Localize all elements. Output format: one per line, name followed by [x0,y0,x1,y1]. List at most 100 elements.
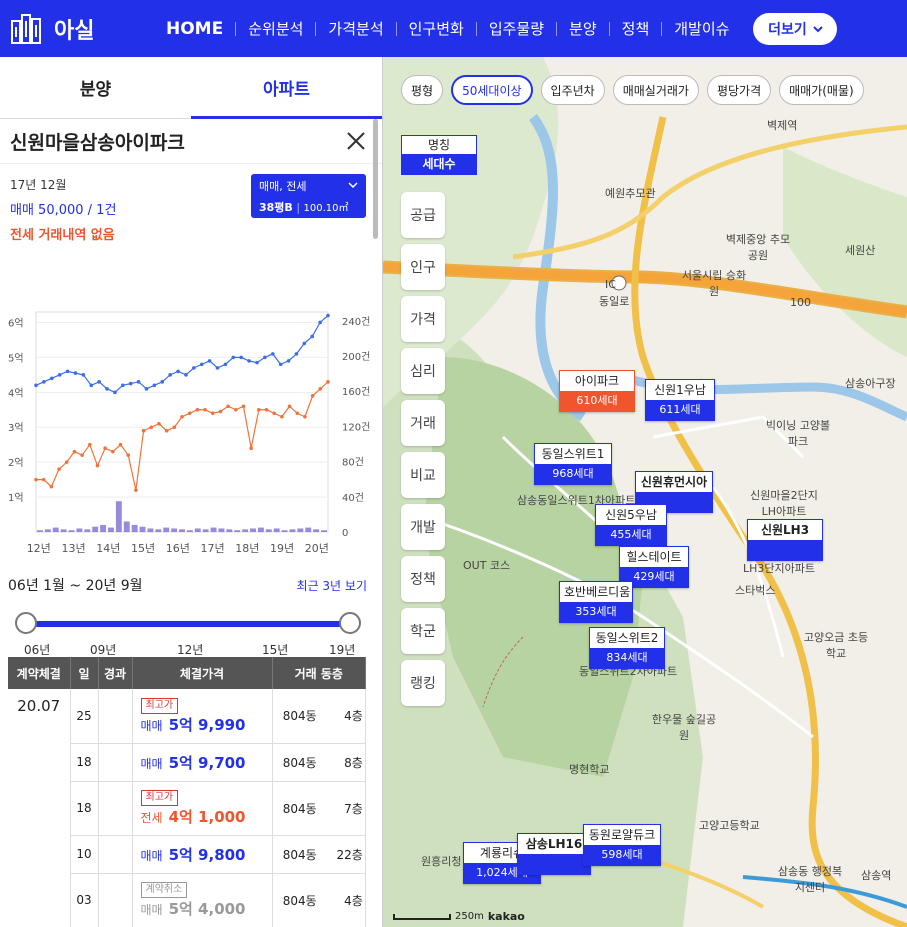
y-right-tick: 200건 [342,351,370,363]
apartment-marker[interactable]: 신원5우남 455세대 [595,504,667,546]
side-menu-trade[interactable]: 거래 [401,400,445,446]
apartment-marker[interactable]: 동원로얄듀크 598세대 [583,824,661,866]
series-point [41,477,46,482]
more-button[interactable]: 더보기 [753,12,838,45]
row-dong-floor: 804동 8층 [272,743,366,782]
period-slider-start-knob[interactable] [15,612,37,634]
slider-tick: 09년 [90,643,117,657]
volume-bar [186,530,193,532]
series-point [172,425,177,430]
chevron-down-icon [348,182,358,189]
apartment-marker[interactable]: 동일스위트1 968세대 [534,443,612,485]
y-right-tick: 120건 [342,421,370,433]
nav-population[interactable]: 인구변화 [397,18,476,39]
volume-bar [100,524,107,532]
col-dong-floor: 거래 동층 [272,657,366,689]
scale-label: 250m [455,911,484,922]
filter-size[interactable]: 평형 [401,75,444,105]
side-menu-development[interactable]: 개발 [401,504,445,550]
x-tick: 18년 [235,542,259,555]
volume-bar [194,528,201,532]
filter-chips: 평형 50세대이상 입주년차 매매실거래가 평당가격 매매가(매물) [401,75,864,105]
series-point [160,380,165,384]
series-point [118,442,123,447]
y-right-tick: 0 [342,528,348,539]
close-icon[interactable] [346,131,366,151]
side-menu-supply[interactable]: 공급 [401,192,445,238]
row-price: 5억 9,990 [168,715,246,734]
filter-listing-price[interactable]: 매매가(매물) [779,75,864,105]
tab-presale[interactable]: 분양 [0,57,191,118]
nav-policy[interactable]: 정책 [610,18,662,39]
info-lease: 전세 거래내역 없음 [10,228,115,243]
series-point [302,341,307,346]
nav-home[interactable]: HOME [160,19,235,39]
series-point [203,407,207,412]
marker-legend: 명칭 세대수 [401,135,477,175]
side-menu-population[interactable]: 인구 [401,244,445,290]
nav-presale[interactable]: 분양 [557,18,609,39]
filter-real-price[interactable]: 매매실거래가 [612,75,699,105]
y-left-tick: 2억 [8,457,24,469]
apartment-marker[interactable]: 동일스위트2 834세대 [589,627,665,669]
nav-supply[interactable]: 입주물량 [477,18,556,39]
row-dong: 804동 [282,801,317,816]
series-point [111,449,115,454]
recent-3y-link[interactable]: 최근 3년 보기 [297,577,367,594]
y-right-tick: 80건 [342,457,364,469]
series-point [57,373,62,377]
apartment-marker[interactable]: 호반베르디움 353세대 [559,581,633,623]
series-point [233,407,238,412]
filter-per-pyeong[interactable]: 평당가격 [706,75,772,105]
side-menu-sentiment[interactable]: 심리 [401,348,445,394]
side-menu-school[interactable]: 학군 [401,608,445,654]
filter-years[interactable]: 입주년차 [540,75,605,105]
tab-apartment[interactable]: 아파트 [191,57,382,119]
logo[interactable]: 아실 [10,13,160,45]
series-point [272,411,277,416]
transaction-rows: 20.07 25 최고가 매매 5억 9,990 804동 4층 18 매매 5억 9,700 80… [8,689,366,927]
map-brand: kakao [487,910,525,923]
apartment-title: 신원마을삼송아이파크 [10,131,185,154]
y-left-tick: 3억 [8,422,24,434]
series-point [34,477,38,482]
row-elapsed [98,743,133,782]
nav-price-analysis[interactable]: 가격분석 [316,18,395,39]
row-dong-floor: 804동 4층 [272,873,366,927]
series-point [128,381,133,386]
map-view[interactable]: 평형 50세대이상 입주년차 매매실거래가 평당가격 매매가(매물) 명칭 세대… [383,57,907,927]
period-range: 06년 1월 ~ 20년 9월 최근 3년 보기 06년 09년 12년 15년… [0,569,382,664]
period-slider-end-knob[interactable] [339,612,361,634]
nav-development[interactable]: 개발이슈 [662,18,741,39]
nav-rank-analysis[interactable]: 순위분석 [236,18,315,39]
volume-bar [234,530,241,532]
type-selector-pyeong: 38평B [259,201,293,214]
row-trade-type: 매매 [140,756,163,771]
apartment-marker[interactable]: 삼송LH16 [517,833,591,875]
side-menu-compare[interactable]: 비교 [401,452,445,498]
col-elapsed: 경과 [98,657,133,689]
marker-households [748,540,822,560]
volume-bar [242,529,249,532]
period-slider-track[interactable] [26,621,350,627]
x-tick: 16년 [166,542,190,555]
main-nav: HOME 순위분석 가격분석 인구변화 입주물량 분양 정책 개발이슈 [160,18,741,39]
map-label: 삼송역 [861,869,892,882]
type-selector[interactable]: 매매, 전세 38평B | 100.10㎡ [251,174,366,218]
apartment-marker[interactable]: 아이파크 610세대 [559,370,635,412]
volume-bar [60,529,67,532]
series-point [263,355,267,360]
series-point [278,362,283,367]
row-trade-type: 매매 [140,903,163,917]
side-menu-price[interactable]: 가격 [401,296,445,342]
apartment-marker[interactable]: 신원LH3 [747,519,823,561]
series-point [105,387,109,391]
side-menu-ranking[interactable]: 랭킹 [401,660,445,706]
apartment-marker[interactable]: 신원1우남 611세대 [645,379,715,421]
filter-50-households[interactable]: 50세대이상 [451,75,533,105]
row-floor: 22층 [336,847,363,862]
slider-tick: 12년 [177,643,204,657]
volume-bar [76,528,83,532]
side-menu-policy[interactable]: 정책 [401,556,445,602]
series-point [95,463,100,468]
